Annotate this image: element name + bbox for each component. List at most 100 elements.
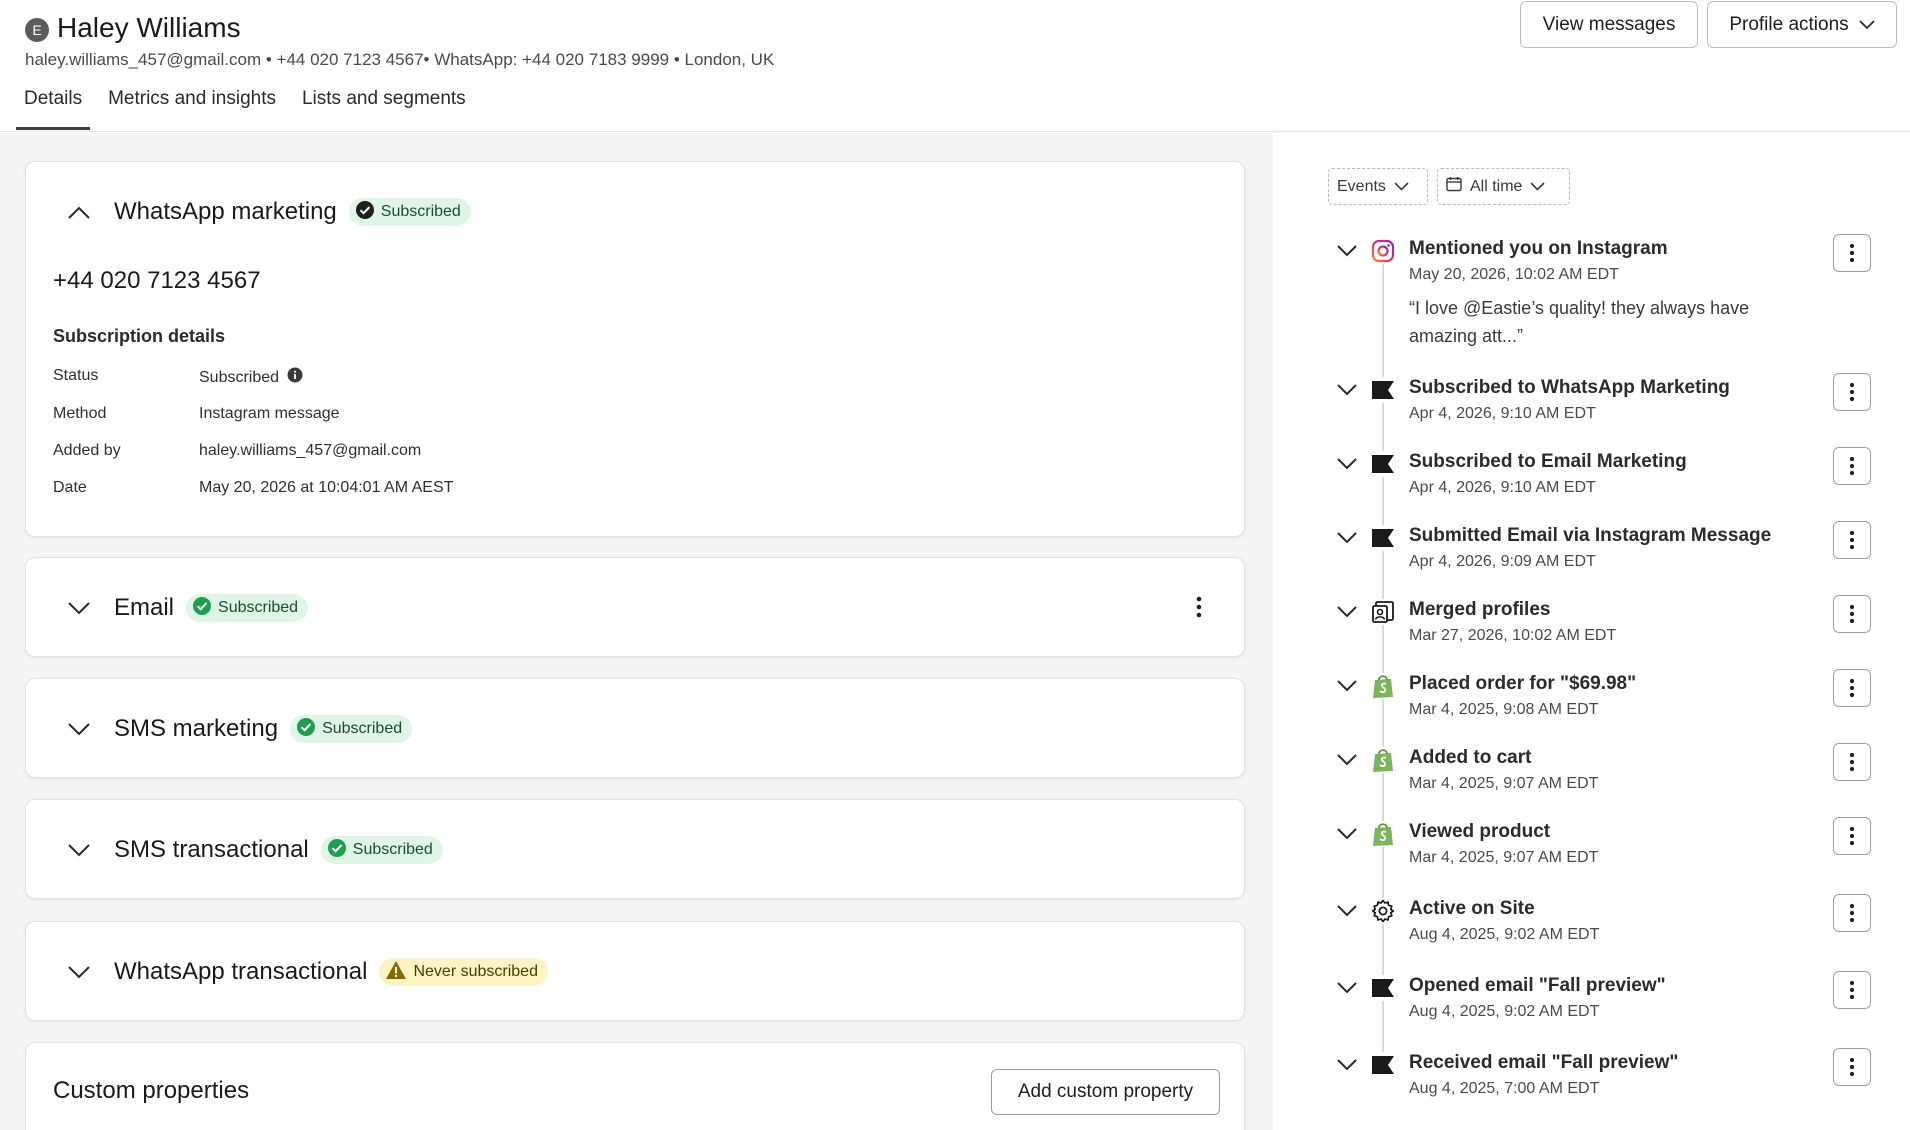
- chevron-down-icon[interactable]: [1337, 383, 1357, 401]
- event-more-options-button[interactable]: [1833, 595, 1871, 633]
- chevron-down-icon[interactable]: [64, 843, 94, 857]
- avatar: E: [25, 18, 49, 42]
- event-title: Viewed product: [1409, 821, 1551, 842]
- status-badge-label: Subscribed: [322, 720, 403, 737]
- chevron-down-icon[interactable]: [1337, 1058, 1357, 1076]
- custom-properties-card: Custom properties Add custom property: [25, 1042, 1245, 1130]
- chevron-down-icon[interactable]: [1337, 827, 1357, 845]
- event-more-options-button[interactable]: [1833, 373, 1871, 411]
- event-title: Mentioned you on Instagram: [1409, 238, 1668, 259]
- status-badge: Subscribed: [348, 198, 471, 226]
- detail-row-status: Status Subscribed: [53, 367, 303, 388]
- event-more-options-button[interactable]: [1833, 894, 1871, 932]
- event-date: May 20, 2026, 10:02 AM EDT: [1409, 266, 1619, 283]
- flag-icon: [1370, 451, 1396, 477]
- check-circle-icon: [327, 838, 347, 863]
- event-more-options-button[interactable]: [1833, 669, 1871, 707]
- time-filter-dropdown[interactable]: All time: [1437, 168, 1570, 205]
- event-date: Aug 4, 2025, 9:02 AM EDT: [1409, 926, 1600, 943]
- detail-row-added-by: Added by haley.williams_457@gmail.com: [53, 442, 421, 460]
- event-title: Subscribed to Email Marketing: [1409, 451, 1687, 472]
- chevron-down-icon[interactable]: [1337, 531, 1357, 549]
- more-options-icon[interactable]: [1196, 596, 1202, 623]
- detail-value: Subscribed: [199, 368, 280, 386]
- chevron-up-icon[interactable]: [64, 206, 94, 219]
- sms-marketing-header[interactable]: SMS marketing Subscribed: [26, 679, 1244, 779]
- event-more-options-button[interactable]: [1833, 447, 1871, 485]
- instagram-icon: [1370, 238, 1396, 264]
- status-badge-label: Never subscribed: [413, 963, 538, 980]
- view-messages-label: View messages: [1542, 13, 1676, 35]
- event-date: Apr 4, 2026, 9:09 AM EDT: [1409, 553, 1596, 570]
- event-title: Subscribed to WhatsApp Marketing: [1409, 377, 1730, 398]
- event-date: Mar 4, 2025, 9:08 AM EDT: [1409, 701, 1599, 718]
- chevron-down-icon[interactable]: [1337, 457, 1357, 475]
- flag-icon: [1370, 377, 1396, 403]
- chevron-down-icon[interactable]: [1337, 981, 1357, 999]
- whatsapp-transactional-header[interactable]: WhatsApp transactional Never subscribed: [26, 922, 1244, 1022]
- events-filter-dropdown[interactable]: Events: [1328, 168, 1428, 205]
- chevron-down-icon[interactable]: [1337, 244, 1357, 262]
- tab-details[interactable]: Details: [16, 84, 91, 130]
- activity-panel: Events All time Mentioned you on Instagr…: [1273, 133, 1910, 1130]
- whatsapp-marketing-header[interactable]: WhatsApp marketing Subscribed: [26, 162, 1244, 262]
- shopify-icon: [1370, 747, 1396, 773]
- sms-transactional-header[interactable]: SMS transactional Subscribed: [26, 800, 1244, 900]
- tab-lists-and-segments[interactable]: Lists and segments: [294, 84, 474, 130]
- chevron-down-icon[interactable]: [1337, 605, 1357, 623]
- shopify-icon: [1370, 673, 1396, 699]
- event-date: Mar 4, 2025, 9:07 AM EDT: [1409, 849, 1599, 866]
- profile-actions-button[interactable]: Profile actions: [1707, 1, 1897, 48]
- flag-icon: [1370, 975, 1396, 1001]
- chevron-down-icon[interactable]: [1337, 753, 1357, 771]
- gear-icon: [1370, 898, 1396, 924]
- detail-value: May 20, 2026 at 10:04:01 AM AEST: [199, 479, 454, 496]
- event-date: Apr 4, 2026, 9:10 AM EDT: [1409, 405, 1596, 422]
- card-title: Email: [114, 594, 175, 621]
- chevron-down-icon[interactable]: [64, 965, 94, 979]
- chevron-down-icon[interactable]: [1337, 679, 1357, 697]
- chevron-down-icon[interactable]: [64, 722, 94, 736]
- email-card: Email Subscribed: [25, 557, 1245, 657]
- event-more-options-button[interactable]: [1833, 1048, 1871, 1086]
- status-badge: Subscribed: [290, 715, 413, 743]
- merge-profile-icon: [1370, 599, 1396, 625]
- event-more-options-button[interactable]: [1833, 521, 1871, 559]
- whatsapp-marketing-card: WhatsApp marketing Subscribed +44 020 71…: [25, 161, 1245, 537]
- add-custom-property-button[interactable]: Add custom property: [991, 1069, 1220, 1115]
- status-badge-label: Subscribed: [352, 841, 433, 858]
- card-title: SMS transactional: [114, 836, 309, 863]
- event-more-options-button[interactable]: [1833, 743, 1871, 781]
- detail-key: Date: [53, 479, 87, 496]
- event-title: Submitted Email via Instagram Message: [1409, 525, 1772, 546]
- check-circle-icon: [192, 596, 212, 621]
- check-circle-icon: [296, 717, 316, 742]
- profile-name: Haley Williams: [57, 12, 241, 43]
- status-badge: Never subscribed: [379, 958, 548, 986]
- tab-bar: Details Metrics and insights Lists and s…: [16, 84, 484, 130]
- event-title: Added to cart: [1409, 747, 1532, 768]
- custom-properties-title: Custom properties: [53, 1077, 250, 1104]
- chevron-down-icon[interactable]: [64, 601, 94, 615]
- timeline-line: [1382, 243, 1384, 1078]
- email-header[interactable]: Email Subscribed: [26, 558, 1244, 658]
- event-more-options-button[interactable]: [1833, 817, 1871, 855]
- flag-icon: [1370, 525, 1396, 551]
- status-badge: Subscribed: [320, 836, 443, 864]
- chevron-down-icon[interactable]: [1337, 904, 1357, 922]
- event-title: Opened email "Fall preview": [1409, 975, 1666, 996]
- flag-icon: [1370, 1052, 1396, 1078]
- event-more-options-button[interactable]: [1833, 971, 1871, 1009]
- event-date: Mar 27, 2026, 10:02 AM EDT: [1409, 627, 1617, 644]
- contact-line: haley.williams_457@gmail.com • +44 020 7…: [25, 50, 775, 69]
- event-more-options-button[interactable]: [1833, 234, 1871, 272]
- view-messages-button[interactable]: View messages: [1520, 1, 1698, 48]
- tab-metrics-and-insights[interactable]: Metrics and insights: [100, 84, 284, 130]
- profile-header: E Haley Williams haley.williams_457@gmai…: [0, 0, 1910, 132]
- details-panel: WhatsApp marketing Subscribed +44 020 71…: [0, 133, 1273, 1130]
- profile-actions-label: Profile actions: [1729, 13, 1849, 35]
- info-icon[interactable]: [287, 367, 303, 388]
- detail-key: Added by: [53, 442, 121, 459]
- event-title: Placed order for "$69.98": [1409, 673, 1637, 694]
- chevron-down-icon: [1530, 178, 1546, 196]
